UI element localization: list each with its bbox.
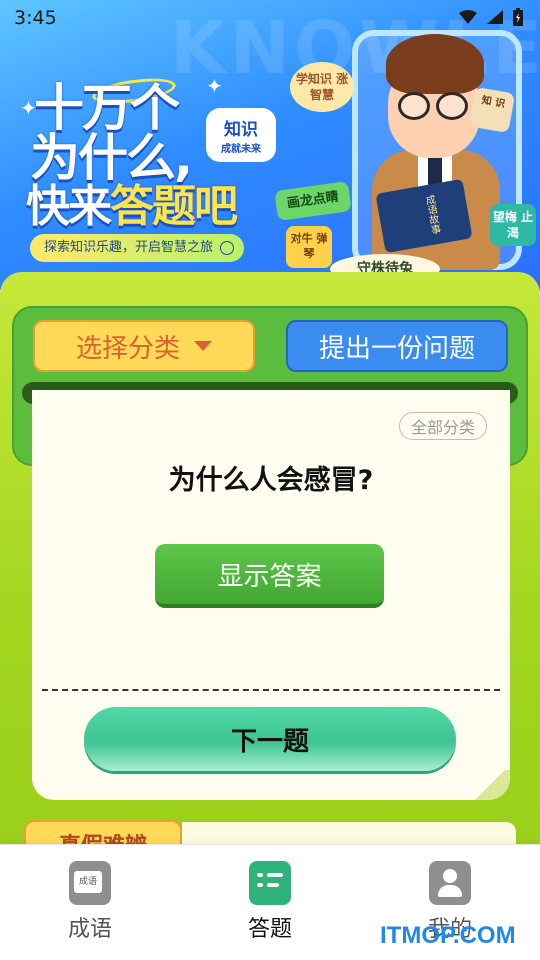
- next-question-button[interactable]: 下一题: [84, 707, 456, 771]
- tag-knowledge-book: 知 识: [468, 86, 516, 134]
- status-time: 3:45: [14, 7, 57, 29]
- banner-slogan: 探索知识乐趣，开启智慧之旅: [30, 234, 244, 262]
- select-category-button[interactable]: 选择分类: [33, 320, 255, 372]
- profile-icon: [429, 861, 471, 905]
- nav-item-quiz[interactable]: 答题: [210, 861, 330, 943]
- battery-icon: [513, 8, 523, 26]
- quiz-icon: [249, 861, 291, 905]
- glasses-icon: [398, 92, 430, 120]
- sparkle-icon: ✦: [206, 74, 223, 98]
- tag-learn-knowledge: 学知识 涨智慧: [290, 62, 354, 112]
- tag-plum: 望梅 止渴: [490, 204, 536, 246]
- nav-label: 成语: [67, 917, 112, 942]
- category-tag[interactable]: 全部分类: [399, 412, 487, 440]
- knowledge-badge: 知识 成就未来: [206, 108, 276, 162]
- idiom-book-icon: 成语: [69, 861, 111, 905]
- status-bar: 3:45: [0, 0, 540, 36]
- page-curl-decoration: [470, 770, 510, 800]
- show-answer-button[interactable]: 显示答案: [155, 544, 384, 608]
- signal-icon: [487, 10, 503, 24]
- nav-item-idiom[interactable]: 成语 成语: [30, 861, 150, 943]
- banner-title-line3: 快来答题吧: [26, 181, 238, 232]
- wifi-icon: [459, 10, 477, 24]
- dropdown-arrow-icon: [194, 341, 212, 351]
- glasses-icon: [436, 92, 468, 120]
- smile-icon: [220, 241, 234, 255]
- nav-label: 答题: [247, 917, 292, 942]
- select-category-label: 选择分类: [75, 333, 180, 364]
- tag-cow: 对牛 弹琴: [286, 226, 332, 268]
- watermark: ITMOP.COM: [380, 922, 516, 949]
- question-text: 为什么人会感冒?: [168, 465, 374, 496]
- teacher-hair: [386, 34, 484, 94]
- ask-question-button[interactable]: 提出一份问题: [286, 320, 508, 372]
- dashed-divider: [42, 689, 500, 691]
- tag-dragon: 画龙点睛: [274, 180, 352, 222]
- hero-banner: KNOWLEDGE ✦ ✦ 十万个 为什么, 快来答题吧 知识 成就未来 探索知…: [0, 0, 540, 290]
